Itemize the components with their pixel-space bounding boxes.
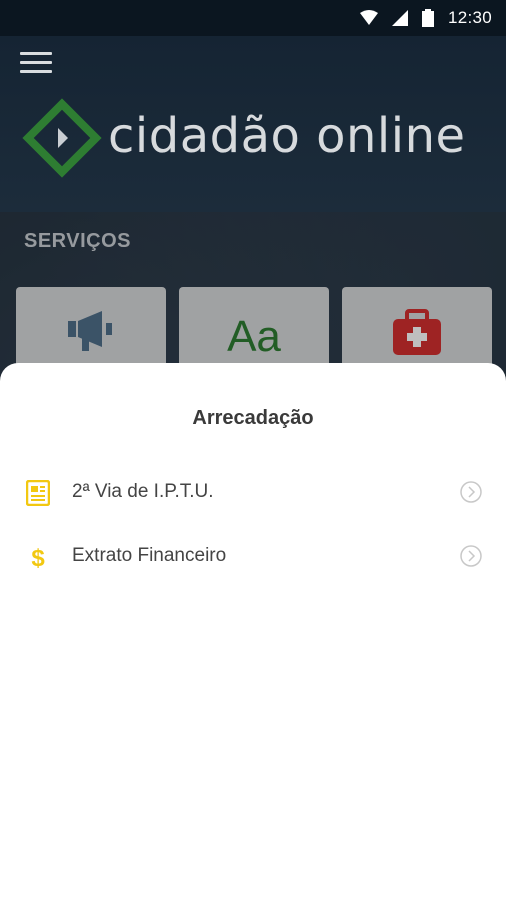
status-time: 12:30: [447, 8, 492, 27]
menu-icon-line: [20, 61, 52, 64]
list-item-iptu[interactable]: 2ª Via de I.P.T.U.: [0, 464, 506, 520]
app-header: cidadão online: [0, 36, 506, 212]
list-item-extrato[interactable]: $ Extrato Financeiro: [0, 528, 506, 584]
menu-button[interactable]: [20, 52, 52, 76]
list-item-label: Extrato Financeiro: [72, 545, 227, 566]
wifi-icon: [359, 10, 378, 25]
bottom-sheet: Arrecadação 2ª Via de I.P.T.U. $ Extrato…: [0, 363, 506, 900]
document-icon: [24, 479, 52, 507]
menu-icon-line: [20, 70, 52, 73]
svg-text:$: $: [31, 545, 45, 570]
menu-icon-line: [20, 52, 52, 55]
list-item-label: 2ª Via de I.P.T.U.: [72, 481, 214, 502]
chevron-right-icon: [460, 545, 482, 567]
app-brand: cidadão online: [108, 108, 466, 164]
sheet-title: Arrecadação: [192, 407, 314, 429]
dollar-icon: $: [24, 543, 52, 571]
chevron-right-icon: [460, 481, 482, 503]
status-icons: 12:30: [359, 8, 492, 28]
battery-icon: [421, 9, 434, 27]
logo-icon: [22, 98, 102, 178]
status-bar: 12:30: [0, 0, 506, 36]
signal-icon: [391, 10, 408, 26]
